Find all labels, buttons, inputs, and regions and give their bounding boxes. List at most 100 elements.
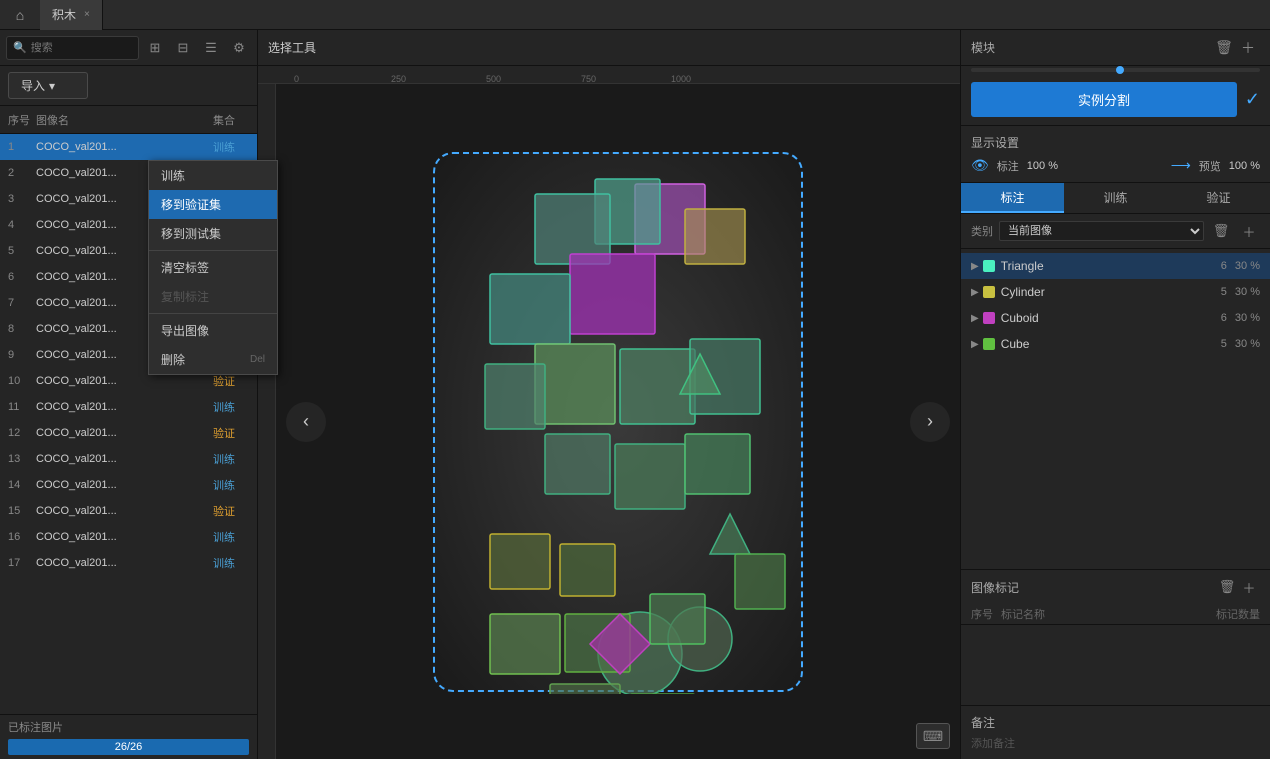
- class-color-dot: [983, 260, 995, 272]
- row-set: 验证: [199, 373, 249, 389]
- image-viewport[interactable]: ‹ › ⌨: [276, 84, 960, 759]
- import-label: 导入: [21, 77, 45, 94]
- display-settings: 显示设置 👁 标注 100 % ⟶ 预览 100 %: [961, 126, 1270, 183]
- class-pct: 30 %: [1235, 260, 1260, 272]
- ruler-tick-0: 0: [294, 74, 299, 84]
- row-seq: 5: [8, 245, 36, 257]
- table-row[interactable]: 17 COCO_val201... 训练: [0, 550, 257, 576]
- row-name: COCO_val201...: [36, 141, 199, 153]
- context-menu-item[interactable]: 导出图像: [149, 316, 277, 345]
- tab-item[interactable]: 积木 ×: [40, 0, 103, 30]
- table-row[interactable]: 14 COCO_val201... 训练: [0, 472, 257, 498]
- row-set: 验证: [199, 503, 249, 519]
- menu-separator: [149, 313, 277, 314]
- right-panel: 模块 🗑 ＋ 实例分割 ✓ 显示设置 👁 标注 100 % ⟶ 预览: [960, 30, 1270, 759]
- class-name: Cylinder: [1001, 285, 1221, 299]
- class-item[interactable]: ▶ Triangle 6 30 %: [961, 253, 1270, 279]
- expand-arrow-icon: ▶: [971, 261, 979, 272]
- list-view-button[interactable]: ☰: [199, 36, 223, 60]
- canvas-area: ‹ › ⌨: [258, 84, 960, 759]
- main-layout: 🔍 ⊞ ⊟ ☰ ⚙ 导入 ▾ 序号 图像名 集合 1 COCO_val201..…: [0, 30, 1270, 759]
- instance-seg-button[interactable]: 实例分割: [971, 82, 1237, 117]
- menu-item-label: 删除: [161, 351, 185, 368]
- class-item[interactable]: ▶ Cube 5 30 %: [961, 331, 1270, 357]
- row-set: 训练: [199, 555, 249, 571]
- prev-image-button[interactable]: ‹: [286, 402, 326, 442]
- col-seq-header: 序号: [8, 112, 36, 128]
- context-menu-item[interactable]: 训练: [149, 161, 277, 190]
- delete-mark-button[interactable]: 🗑: [1216, 576, 1238, 598]
- right-header: 模块 🗑 ＋: [961, 30, 1270, 66]
- ruler-tick-500: 500: [486, 74, 501, 84]
- tab-验证[interactable]: 验证: [1167, 183, 1270, 213]
- class-item[interactable]: ▶ Cuboid 6 30 %: [961, 305, 1270, 331]
- preview-pct: 100 %: [1229, 160, 1260, 172]
- center-toolbar: 选择工具: [258, 30, 960, 66]
- context-menu-item: 复制标注: [149, 282, 277, 311]
- table-row[interactable]: 12 COCO_val201... 验证: [0, 420, 257, 446]
- search-box[interactable]: 🔍: [6, 36, 139, 60]
- marks-col-seq: 序号: [971, 606, 1001, 622]
- notes-title: 备注: [971, 714, 1260, 731]
- table-row[interactable]: 11 COCO_val201... 训练: [0, 394, 257, 420]
- keyboard-button[interactable]: ⌨: [916, 723, 950, 749]
- row-seq: 13: [8, 453, 36, 465]
- toolbar-label: 选择工具: [268, 39, 316, 56]
- add-module-button[interactable]: ＋: [1236, 36, 1260, 60]
- context-menu-item[interactable]: 删除 Del: [149, 345, 277, 374]
- table-row[interactable]: 13 COCO_val201... 训练: [0, 446, 257, 472]
- eye-icon: 👁: [971, 157, 989, 174]
- menu-item-label: 移到验证集: [161, 196, 221, 213]
- notes-section: 备注 添加备注: [961, 705, 1270, 759]
- row-seq: 9: [8, 349, 36, 361]
- left-toolbar: 🔍 ⊞ ⊟ ☰ ⚙: [0, 30, 257, 66]
- ruler-tick-1000: 1000: [671, 74, 691, 84]
- home-button[interactable]: ⌂: [0, 0, 40, 30]
- class-pct: 30 %: [1235, 338, 1260, 350]
- delete-module-button[interactable]: 🗑: [1212, 36, 1236, 60]
- close-icon[interactable]: ×: [84, 9, 90, 20]
- row-seq: 4: [8, 219, 36, 231]
- image-marks-title: 图像标记: [971, 579, 1216, 596]
- table-row[interactable]: 15 COCO_val201... 验证: [0, 498, 257, 524]
- context-menu-item[interactable]: 移到测试集: [149, 219, 277, 248]
- left-bottom: 已标注图片 26/26: [0, 714, 257, 759]
- progress-text: 26/26: [115, 741, 143, 753]
- context-menu-item[interactable]: 移到验证集: [149, 190, 277, 219]
- confirm-icon[interactable]: ✓: [1245, 89, 1260, 110]
- table-row[interactable]: 1 COCO_val201... 训练: [0, 134, 257, 160]
- image-background: [433, 152, 803, 692]
- progress-bar: 26/26: [8, 739, 249, 755]
- annotated-label: 已标注图片: [8, 719, 249, 735]
- class-filter-label: 类别: [971, 223, 993, 239]
- thumbnail-view-button[interactable]: ⊞: [143, 36, 167, 60]
- menu-item-label: 复制标注: [161, 288, 209, 305]
- row-name: COCO_val201...: [36, 531, 199, 543]
- menu-shortcut: Del: [250, 354, 265, 365]
- class-filter-select[interactable]: 当前图像: [999, 221, 1204, 241]
- tab-标注[interactable]: 标注: [961, 183, 1064, 213]
- row-seq: 2: [8, 167, 36, 179]
- class-name: Cube: [1001, 337, 1221, 351]
- next-image-button[interactable]: ›: [910, 402, 950, 442]
- add-mark-button[interactable]: ＋: [1238, 576, 1260, 598]
- slider-thumb[interactable]: [1116, 66, 1124, 74]
- import-row: 导入 ▾: [0, 66, 257, 106]
- search-input[interactable]: [31, 42, 132, 54]
- expand-arrow-icon: ▶: [971, 313, 979, 324]
- class-list: ▶ Triangle 6 30 % ▶ Cylinder 5 30 % ▶ Cu…: [961, 249, 1270, 569]
- add-class-button[interactable]: ＋: [1238, 220, 1260, 242]
- settings-icon[interactable]: ⚙: [227, 36, 251, 60]
- row-seq: 14: [8, 479, 36, 491]
- row-seq: 6: [8, 271, 36, 283]
- tab-训练[interactable]: 训练: [1064, 183, 1167, 213]
- context-menu-item[interactable]: 清空标签: [149, 253, 277, 282]
- table-row[interactable]: 16 COCO_val201... 训练: [0, 524, 257, 550]
- import-button[interactable]: 导入 ▾: [8, 72, 88, 99]
- notes-placeholder[interactable]: 添加备注: [971, 735, 1260, 751]
- class-item[interactable]: ▶ Cylinder 5 30 %: [961, 279, 1270, 305]
- marks-col-count: 标记数量: [1200, 606, 1260, 622]
- image-container: [433, 152, 803, 692]
- delete-class-button[interactable]: 🗑: [1210, 220, 1232, 242]
- filter-button[interactable]: ⊟: [171, 36, 195, 60]
